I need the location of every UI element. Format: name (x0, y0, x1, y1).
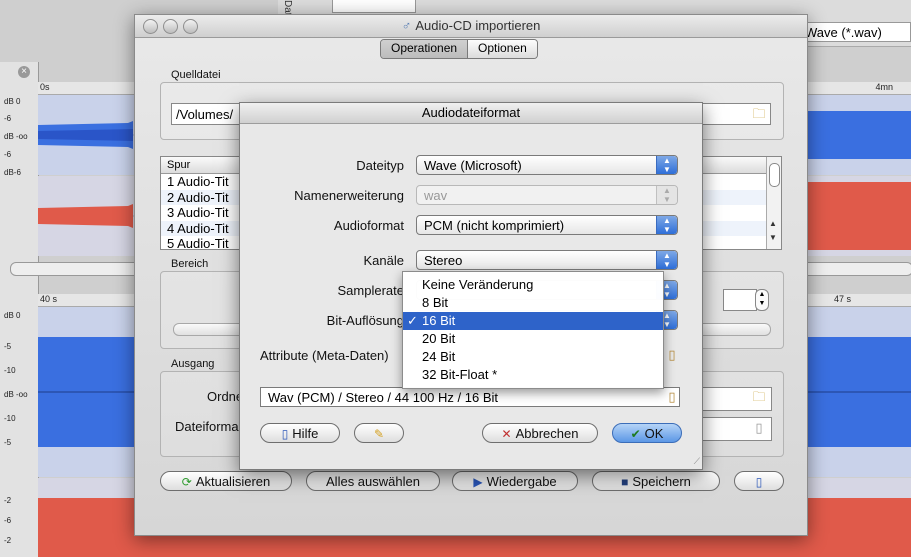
window-title: ♂ Audio-CD importieren (135, 18, 807, 33)
scale-label: -5 (4, 438, 12, 447)
aktualisieren-button[interactable]: ⟳ Aktualisieren (160, 471, 292, 491)
namenerweiterung-popup: wav ▲ ▼ (416, 185, 678, 205)
attribute-label: Attribute (Meta-Daten) (260, 348, 389, 363)
kanaele-value: Stereo (424, 253, 463, 268)
bitaufloesung-label: Bit-Auflösung (326, 313, 404, 328)
namenerweiterung-label: Namenerweiterung (294, 188, 404, 203)
quelldatei-label: Quelldatei (171, 69, 221, 81)
abbrechen-button[interactable]: ✕ Abbrechen (482, 423, 598, 443)
menu-item[interactable]: Keine Veränderung (403, 276, 663, 294)
resize-grip-icon[interactable]: ⟋ (694, 456, 700, 467)
hilfe-button[interactable]: ▯ Hilfe (260, 423, 340, 443)
format-summary-text: Wav (PCM) / Stereo / 44 100 Hz / 16 Bit (268, 390, 498, 405)
cancel-x-icon: ✕ (501, 427, 512, 441)
popup-arrows-icon: ▲ ▼ (656, 186, 677, 204)
ruler-label: 0s (40, 82, 50, 92)
track-list-scrollbar[interactable]: ▲ ▼ (766, 157, 781, 249)
assistant-button[interactable]: ✎ (354, 423, 404, 443)
play-icon: ▶ (473, 475, 483, 489)
help-book-button[interactable]: ▯ (734, 471, 784, 491)
hilfe-label: Hilfe (292, 426, 319, 441)
cd-icon: ♂ (401, 18, 412, 33)
window-title-text: Audio-CD importieren (415, 18, 541, 33)
scale-label: -10 (4, 366, 16, 375)
speichern-button[interactable]: ■ Speichern (592, 471, 720, 491)
sheet-title: Audiodateiformat (240, 103, 702, 124)
audioformat-popup[interactable]: PCM (nicht komprimiert) ▲ ▼ (416, 215, 678, 235)
magic-wand-icon: ✎ (373, 427, 385, 441)
checkmark-icon: ✔ (630, 427, 641, 441)
scroll-up-arrow-icon[interactable]: ▲ (769, 219, 777, 228)
samplerate-label: Samplerate (337, 283, 404, 298)
tab-segmented-control: Operationen Optionen (380, 39, 538, 59)
scale-label: dB -oo (4, 390, 28, 399)
folder-icon[interactable]: 🗀 (747, 387, 771, 407)
ordner-label: Ordne (207, 389, 244, 404)
scale-label: -2 (4, 496, 12, 505)
popup-arrows-icon: ▲ ▼ (656, 216, 677, 234)
scale-label: dB 0 (4, 311, 21, 320)
ruler-label: 40 s (40, 294, 58, 304)
namenerweiterung-value: wav (424, 188, 448, 203)
dateityp-label: Dateityp (356, 158, 404, 173)
bereich-label: Bereich (171, 258, 209, 270)
kanaele-popup[interactable]: Stereo ▲ ▼ (416, 250, 678, 270)
scale-label: -10 (4, 414, 16, 423)
scale-label: -2 (4, 536, 12, 545)
folder-icon[interactable]: 🗀 (747, 104, 771, 124)
dateiformat-label: Dateiforma (175, 419, 239, 434)
scale-label: dB -oo (4, 132, 28, 141)
scale-label: -5 (4, 342, 12, 351)
refresh-icon: ⟳ (181, 475, 192, 489)
kanaele-label: Kanäle (363, 253, 404, 268)
speichern-label: Speichern (632, 474, 691, 489)
tab-optionen[interactable]: Optionen (467, 40, 537, 58)
abbrechen-label: Abbrechen (515, 426, 579, 441)
menu-item[interactable]: 20 Bit (403, 330, 663, 348)
background-format-field[interactable]: Wave (*.wav) (798, 22, 911, 42)
scale-label: dB-6 (4, 168, 21, 177)
book-icon[interactable]: ▯ (747, 418, 771, 438)
audioformat-label: Audioformat (333, 218, 404, 233)
wiedergabe-button[interactable]: ▶ Wiedergabe (452, 471, 578, 491)
dateityp-popup[interactable]: Wave (Microsoft) ▲ ▼ (416, 155, 678, 175)
book-icon[interactable]: ▯ (660, 387, 684, 407)
checkmark-icon: ✓ (407, 313, 418, 328)
alles-auswaehlen-button[interactable]: Alles auswählen (306, 471, 440, 491)
ok-button[interactable]: ✔ OK (612, 423, 682, 443)
bit-depth-menu[interactable]: Keine Veränderung 8 Bit ✓ 16 Bit 20 Bit 2… (402, 271, 664, 389)
menu-item-label: 16 Bit (422, 313, 456, 328)
menu-item-selected[interactable]: ✓ 16 Bit (403, 312, 663, 330)
book-icon: ▯ (755, 475, 763, 489)
background-close-icon[interactable]: × (18, 66, 30, 78)
audioformat-value: PCM (nicht komprimiert) (424, 218, 565, 233)
menu-item[interactable]: 8 Bit (403, 294, 663, 312)
ok-label: OK (644, 426, 664, 441)
range-stepper[interactable]: ▲ ▼ (755, 289, 769, 311)
save-icon: ■ (621, 475, 629, 489)
scale-label: -6 (4, 150, 12, 159)
background-field[interactable] (332, 0, 416, 13)
tab-operationen[interactable]: Operationen (381, 40, 468, 58)
scale-label: -6 (4, 114, 12, 123)
format-summary-field: Wav (PCM) / Stereo / 44 100 Hz / 16 Bit (260, 387, 680, 407)
dateityp-value: Wave (Microsoft) (424, 158, 522, 173)
popup-arrows-icon: ▲ ▼ (656, 251, 677, 269)
scale-label: -6 (4, 516, 12, 525)
range-field[interactable] (723, 289, 757, 311)
ausgang-label: Ausgang (171, 358, 215, 370)
scroll-down-arrow-icon[interactable]: ▼ (769, 233, 777, 242)
scroll-thumb[interactable] (769, 163, 780, 187)
ruler-label: 47 s (833, 294, 851, 304)
aktualisieren-label: Aktualisieren (195, 474, 271, 489)
title-bar: ♂ Audio-CD importieren (135, 15, 807, 38)
scale-label: dB 0 (4, 97, 21, 106)
menu-item[interactable]: 24 Bit (403, 348, 663, 366)
ruler-label: 4mn (875, 82, 893, 92)
menu-item[interactable]: 32 Bit-Float * (403, 366, 663, 384)
popup-arrows-icon: ▲ ▼ (656, 156, 677, 174)
book-icon: ▯ (281, 427, 289, 441)
wiedergabe-label: Wiedergabe (486, 474, 557, 489)
